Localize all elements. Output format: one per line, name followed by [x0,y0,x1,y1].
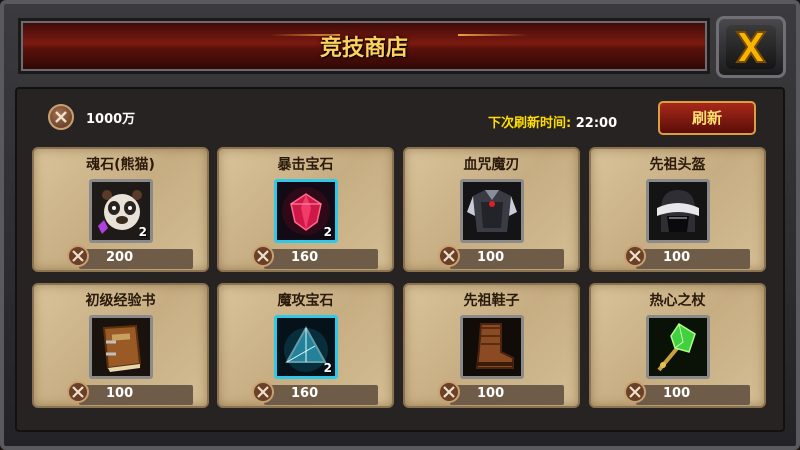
currency-display: 1000万 [48,103,135,131]
item-slot[interactable]: 2 [274,179,338,243]
shop-item-card[interactable]: 热心之杖 100 [589,283,766,408]
item-price: 160 [291,386,319,401]
arena-coin-icon [252,245,278,271]
refresh-time: 22:00 [575,116,618,131]
price-bar [264,249,378,269]
page-title: 竞技商店 [319,35,408,61]
price-bar [636,249,750,269]
arena-coin-icon [252,381,278,407]
item-quantity: 2 [323,225,332,239]
item-price: 100 [663,386,691,401]
shop-item-card[interactable]: 魂石(熊猫) 2 200 [32,147,209,272]
shop-item-card[interactable]: 魔攻宝石 2 160 [217,283,394,408]
price-bar [450,385,564,405]
shop-item-card[interactable]: 先祖头盔 100 [589,147,766,272]
shop-item-card[interactable]: 先祖鞋子 100 [403,283,580,408]
arena-coin-icon [48,104,74,130]
shop-item-card[interactable]: 暴击宝石 2 160 [217,147,394,272]
item-slot[interactable] [460,179,524,243]
item-price: 200 [106,250,134,265]
refresh-timer: 下次刷新时间: 22:00 [488,112,617,131]
arena-coin-icon [624,381,650,407]
item-slot[interactable] [89,315,153,379]
item-slot[interactable] [646,179,710,243]
shop-item-card[interactable]: 初级经验书 100 [32,283,209,408]
item-name: 暴击宝石 [277,157,334,173]
price-bar [450,249,564,269]
close-icon [726,25,776,69]
item-name: 先祖头盔 [649,157,706,173]
item-price: 100 [477,386,505,401]
item-name: 热心之杖 [649,293,706,309]
arena-coin-icon [438,245,464,271]
price-bar [79,385,193,405]
price-bar [264,385,378,405]
item-price: 160 [291,250,319,265]
item-name: 魂石(熊猫) [86,157,155,173]
item-price: 100 [477,250,505,265]
item-name: 魔攻宝石 [277,293,334,309]
close-button[interactable] [716,16,786,78]
item-slot[interactable] [460,315,524,379]
refresh-button[interactable]: 刷新 [658,101,756,135]
price-bar [79,249,193,269]
arena-coin-icon [624,245,650,271]
item-price: 100 [663,250,691,265]
item-quantity: 2 [138,225,147,239]
currency-amount: 1000万 [86,111,136,127]
item-slot[interactable]: 2 [274,315,338,379]
item-name: 先祖鞋子 [463,293,520,309]
item-name: 初级经验书 [85,293,156,309]
item-price: 100 [106,386,134,401]
item-name: 血咒魔刃 [463,157,520,173]
refresh-label: 下次刷新时间: [488,116,572,131]
item-quantity: 2 [323,361,332,375]
arena-coin-icon [67,245,93,271]
item-slot[interactable] [646,315,710,379]
arena-coin-icon [438,381,464,407]
arena-coin-icon [67,381,93,407]
shop-item-card[interactable]: 血咒魔刃 100 [403,147,580,272]
item-slot[interactable]: 2 [89,179,153,243]
price-bar [636,385,750,405]
